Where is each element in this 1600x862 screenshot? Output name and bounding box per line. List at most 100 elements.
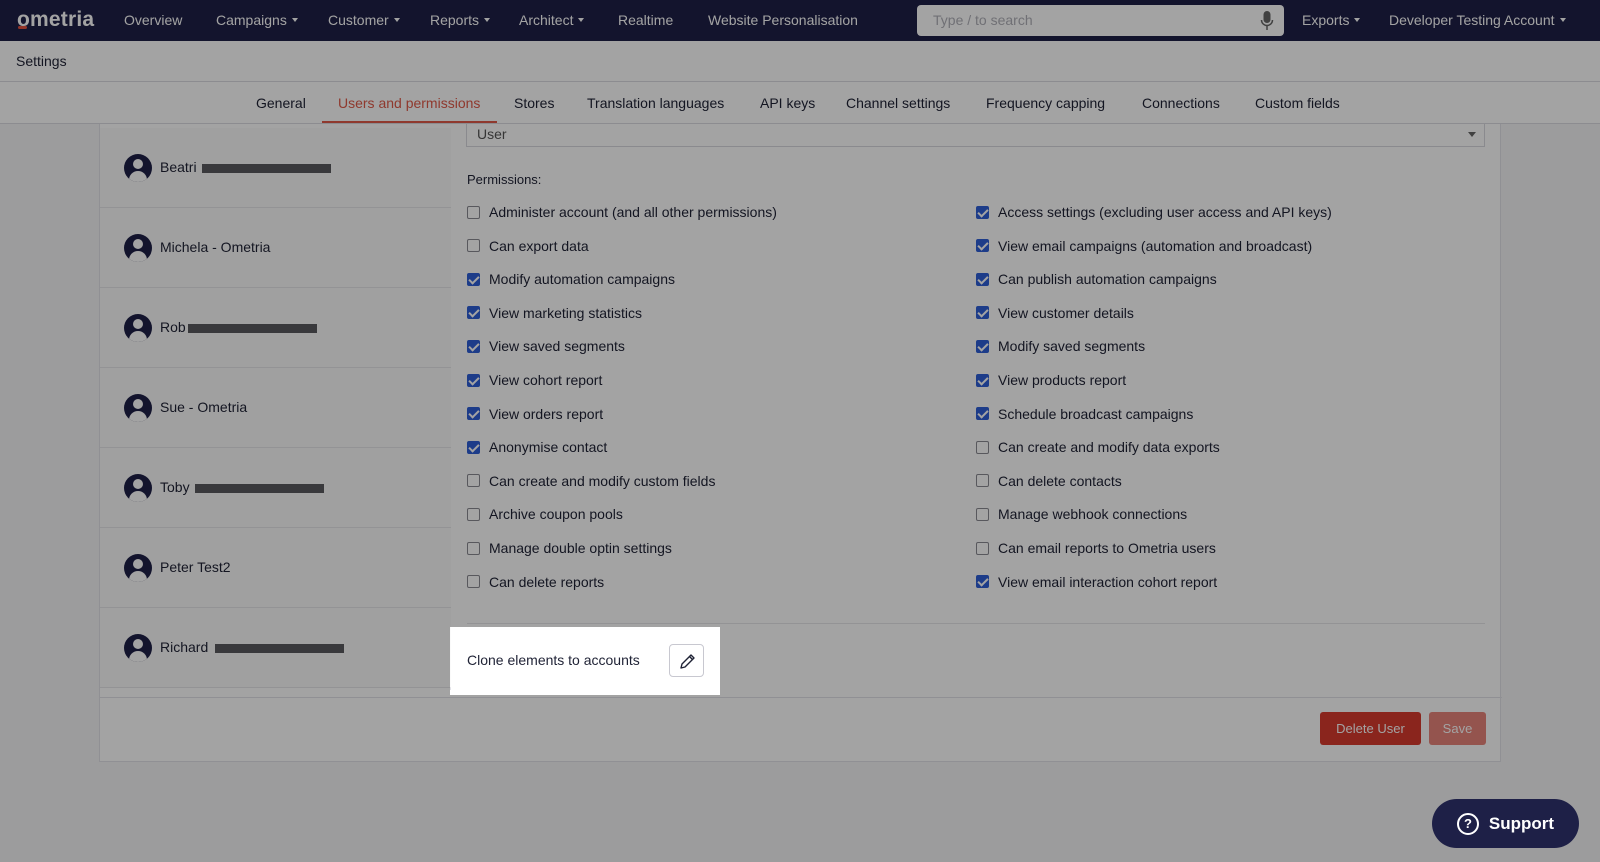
permission-checkbox[interactable]: [467, 205, 480, 219]
user-list-item[interactable]: Peter Test2: [100, 528, 451, 608]
tab-connections[interactable]: Connections: [1142, 95, 1220, 111]
search-input[interactable]: [933, 12, 1233, 28]
role-select[interactable]: User: [466, 124, 1485, 147]
permission-checkbox[interactable]: [467, 339, 480, 353]
permission-checkbox[interactable]: [976, 575, 989, 589]
permission-item[interactable]: Manage webhook connections: [976, 506, 1187, 522]
permission-checkbox[interactable]: [467, 239, 480, 253]
tab-stores[interactable]: Stores: [514, 95, 554, 111]
permission-checkbox[interactable]: [467, 407, 480, 421]
permission-item[interactable]: View customer details: [976, 305, 1134, 321]
nav-item-campaigns[interactable]: Campaigns: [216, 12, 298, 28]
tab-translation-languages[interactable]: Translation languages: [587, 95, 724, 111]
user-list-item[interactable]: Rob: [100, 288, 451, 368]
permission-item[interactable]: View email interaction cohort report: [976, 574, 1217, 590]
permission-item[interactable]: Anonymise contact: [467, 439, 607, 455]
redaction-bar: [188, 324, 317, 333]
permission-checkbox[interactable]: [467, 474, 480, 488]
chevron-down-icon: [1468, 132, 1476, 137]
clone-elements-label: Clone elements to accounts: [467, 652, 640, 668]
permission-item[interactable]: Archive coupon pools: [467, 506, 623, 522]
tab-api-keys[interactable]: API keys: [760, 95, 815, 111]
save-button[interactable]: Save: [1429, 712, 1486, 745]
tab-general[interactable]: General: [256, 95, 306, 111]
user-avatar-icon: [124, 234, 152, 262]
permission-label: View email campaigns (automation and bro…: [998, 237, 1313, 254]
nav-item-overview[interactable]: Overview: [124, 12, 182, 28]
nav-item-architect[interactable]: Architect: [519, 12, 585, 28]
divider: [467, 623, 1485, 624]
tab-custom-fields[interactable]: Custom fields: [1255, 95, 1340, 111]
user-list-item[interactable]: Beatri: [100, 128, 451, 208]
permission-item[interactable]: Administer account (and all other permis…: [467, 204, 777, 220]
permission-item[interactable]: Can delete reports: [467, 574, 604, 590]
permission-label: Can create and modify data exports: [998, 439, 1220, 456]
delete-user-button[interactable]: Delete User: [1320, 712, 1421, 745]
permission-item[interactable]: Modify automation campaigns: [467, 271, 675, 287]
permission-checkbox[interactable]: [976, 541, 989, 555]
nav-item-realtime[interactable]: Realtime: [618, 12, 673, 28]
permission-item[interactable]: Can publish automation campaigns: [976, 271, 1217, 287]
permission-item[interactable]: Can create and modify custom fields: [467, 473, 715, 489]
permission-checkbox[interactable]: [467, 306, 480, 320]
permission-checkbox[interactable]: [976, 373, 989, 387]
permission-item[interactable]: Access settings (excluding user access a…: [976, 204, 1332, 220]
user-name: Richard: [160, 639, 209, 655]
permission-checkbox[interactable]: [976, 339, 989, 353]
support-button[interactable]: ? Support: [1432, 799, 1579, 848]
permission-item[interactable]: Can export data: [467, 238, 589, 254]
user-list-item[interactable]: Toby: [100, 448, 451, 528]
permission-item[interactable]: View saved segments: [467, 338, 625, 354]
permission-item[interactable]: View email campaigns (automation and bro…: [976, 238, 1312, 254]
tab-frequency-capping[interactable]: Frequency capping: [986, 95, 1105, 111]
search-box[interactable]: [917, 5, 1284, 36]
user-list-item[interactable]: Michela - Ometria: [100, 208, 451, 288]
microphone-icon[interactable]: [1260, 10, 1274, 32]
permission-checkbox[interactable]: [467, 272, 480, 286]
edit-clone-button[interactable]: [669, 644, 704, 677]
permission-item[interactable]: Can create and modify data exports: [976, 439, 1220, 455]
permission-label: Administer account (and all other permis…: [489, 204, 777, 220]
user-list-item[interactable]: Sue - Ometria: [100, 368, 451, 448]
ometria-logo[interactable]: ometria: [17, 8, 94, 32]
permission-item[interactable]: Modify saved segments: [976, 338, 1145, 354]
chevron-down-icon: [393, 18, 400, 22]
permission-checkbox[interactable]: [976, 407, 989, 421]
permission-checkbox[interactable]: [467, 507, 480, 521]
permission-item[interactable]: View orders report: [467, 406, 603, 422]
permission-checkbox[interactable]: [467, 440, 480, 454]
permission-item[interactable]: Can email reports to Ometria users: [976, 540, 1216, 556]
permission-checkbox[interactable]: [976, 507, 989, 521]
permission-checkbox[interactable]: [467, 541, 480, 555]
nav-item-customer[interactable]: Customer: [328, 12, 400, 28]
permission-checkbox[interactable]: [976, 474, 989, 488]
exports-menu[interactable]: Exports: [1302, 12, 1361, 28]
user-avatar-icon: [124, 554, 152, 582]
tab-users-and-permissions[interactable]: Users and permissions: [338, 95, 480, 111]
permission-checkbox[interactable]: [976, 306, 989, 320]
user-list-item[interactable]: Richard: [100, 608, 451, 688]
permission-checkbox[interactable]: [976, 272, 989, 286]
permission-item[interactable]: Schedule broadcast campaigns: [976, 406, 1193, 422]
chevron-down-icon: [1354, 18, 1361, 22]
permission-item[interactable]: Can delete contacts: [976, 473, 1122, 489]
account-menu[interactable]: Developer Testing Account: [1389, 12, 1566, 28]
permission-checkbox[interactable]: [467, 373, 480, 387]
permission-item[interactable]: Manage double optin settings: [467, 540, 672, 556]
permission-checkbox[interactable]: [976, 205, 989, 219]
nav-item-website-personalisation[interactable]: Website Personalisation: [708, 12, 858, 28]
permission-checkbox[interactable]: [976, 239, 989, 253]
permission-item[interactable]: View marketing statistics: [467, 305, 642, 321]
permission-item[interactable]: View products report: [976, 372, 1126, 388]
permission-item[interactable]: View cohort report: [467, 372, 602, 388]
footer-divider: [100, 697, 1502, 698]
permission-label: Anonymise contact: [489, 439, 608, 456]
permission-checkbox[interactable]: [976, 440, 989, 454]
top-nav: ometria Overview Campaigns Customer Reports…: [0, 0, 1600, 41]
user-settings-card: Beatri Michela - Ometria Rob Sue - Ometria T…: [99, 124, 1502, 762]
active-tab-indicator: [322, 121, 497, 123]
permission-label: Can publish automation campaigns: [998, 271, 1217, 288]
permission-checkbox[interactable]: [467, 575, 480, 589]
tab-channel-settings[interactable]: Channel settings: [846, 95, 950, 111]
nav-item-reports[interactable]: Reports: [430, 12, 491, 28]
